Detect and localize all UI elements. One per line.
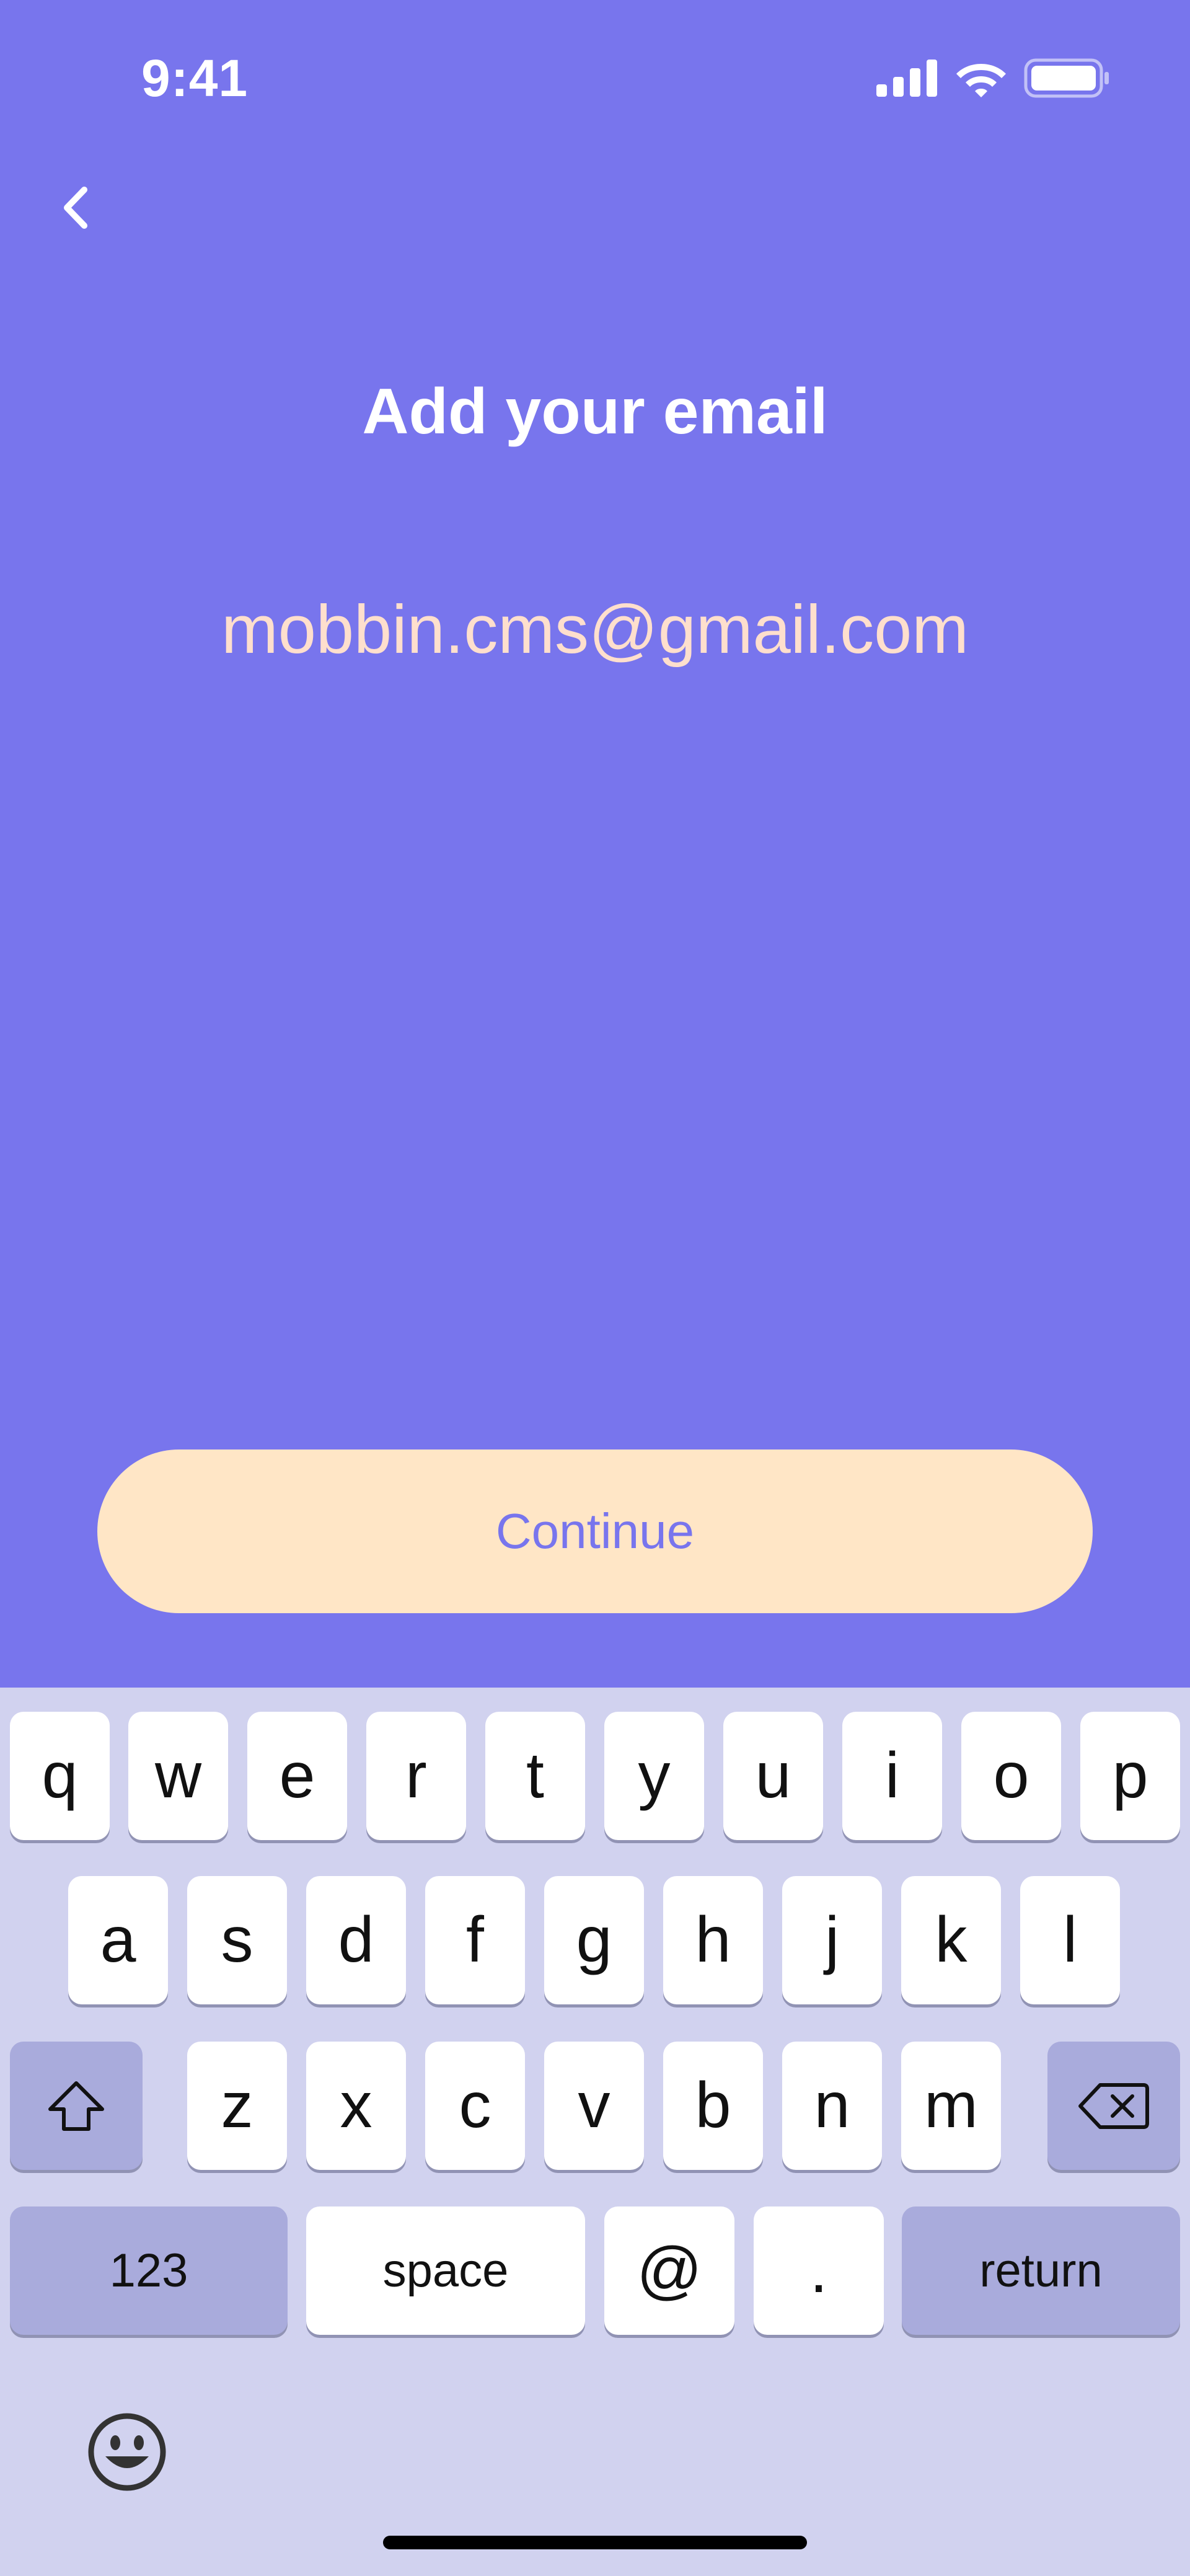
key-a[interactable]: a (68, 1876, 168, 2004)
key-d[interactable]: d (306, 1876, 406, 2004)
dot-key[interactable]: . (754, 2206, 884, 2335)
add-email-screen: 9:41 Add your email Continue q w (0, 0, 1190, 2576)
key-g[interactable]: g (544, 1876, 644, 2004)
key-l[interactable]: l (1020, 1876, 1120, 2004)
at-key[interactable]: @ (604, 2206, 734, 2335)
signal-icon (876, 60, 937, 97)
key-v[interactable]: v (544, 2042, 644, 2170)
key-o[interactable]: o (961, 1712, 1061, 1840)
key-e[interactable]: e (247, 1712, 347, 1840)
key-y[interactable]: y (604, 1712, 704, 1840)
home-indicator (383, 2536, 807, 2549)
wifi-icon (956, 64, 1006, 97)
key-q[interactable]: q (10, 1712, 110, 1840)
key-u[interactable]: u (723, 1712, 823, 1840)
back-button[interactable] (51, 180, 100, 236)
key-i[interactable]: i (842, 1712, 942, 1840)
key-x[interactable]: x (306, 2042, 406, 2170)
key-t[interactable]: t (485, 1712, 585, 1840)
key-b[interactable]: b (663, 2042, 763, 2170)
key-f[interactable]: f (425, 1876, 525, 2004)
delete-key[interactable] (1047, 2042, 1180, 2170)
shift-key[interactable] (10, 2042, 143, 2170)
page-title: Add your email (362, 376, 828, 448)
key-z[interactable]: z (187, 2042, 287, 2170)
key-j[interactable]: j (782, 1876, 882, 2004)
return-key[interactable]: return (902, 2206, 1180, 2335)
battery-icon (1024, 58, 1109, 98)
status-icons (876, 58, 1111, 98)
key-k[interactable]: k (901, 1876, 1001, 2004)
email-field[interactable] (99, 586, 1091, 673)
key-p[interactable]: p (1080, 1712, 1180, 1840)
key-c[interactable]: c (425, 2042, 525, 2170)
chevron-left-icon (64, 187, 87, 229)
delete-icon (1078, 2082, 1149, 2129)
space-key[interactable]: space (306, 2206, 585, 2335)
status-time: 9:41 (141, 49, 249, 107)
key-r[interactable]: r (366, 1712, 466, 1840)
key-m[interactable]: m (901, 2042, 1001, 2170)
continue-button[interactable]: Continue (97, 1450, 1093, 1613)
key-s[interactable]: s (187, 1876, 287, 2004)
shift-icon (48, 2081, 104, 2131)
emoji-button[interactable] (87, 2412, 167, 2492)
key-n[interactable]: n (782, 2042, 882, 2170)
numbers-key[interactable]: 123 (10, 2206, 288, 2335)
emoji-icon (88, 2413, 166, 2491)
key-w[interactable]: w (128, 1712, 228, 1840)
key-h[interactable]: h (663, 1876, 763, 2004)
